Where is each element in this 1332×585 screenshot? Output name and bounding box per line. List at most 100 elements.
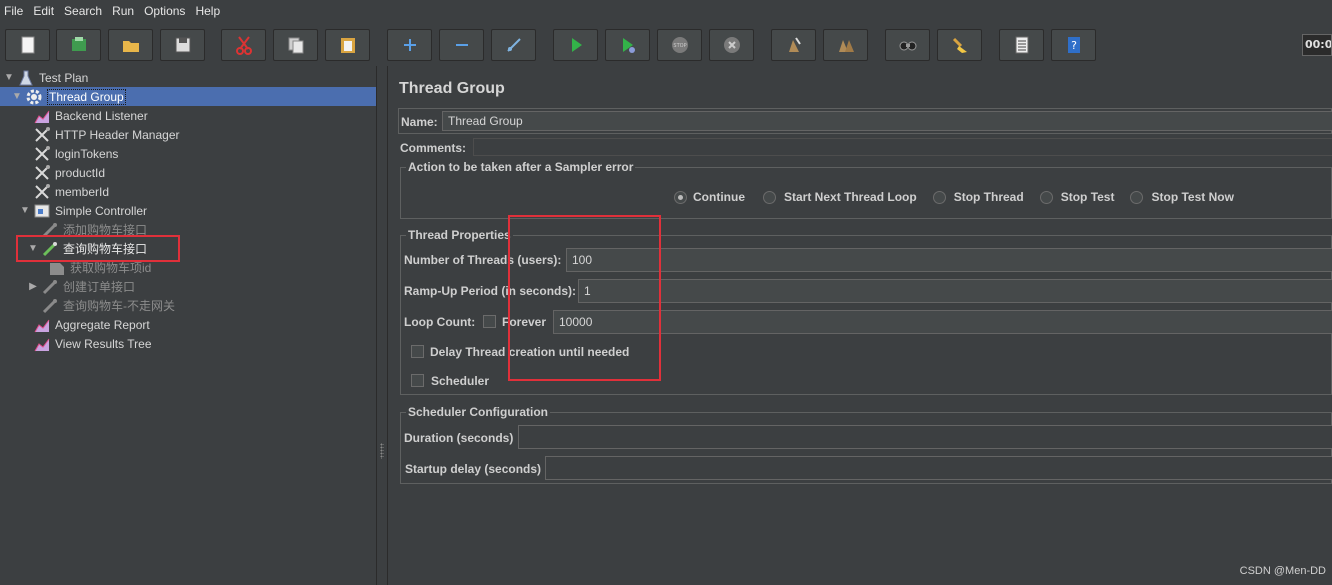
menu-options[interactable]: Options <box>140 4 189 18</box>
clear-all-button[interactable] <box>823 29 868 61</box>
open-button[interactable] <box>108 29 153 61</box>
start-icon <box>571 38 582 52</box>
copy-icon <box>288 37 303 54</box>
tree-item-login-tokens[interactable]: loginTokens <box>33 144 118 163</box>
cut-button[interactable] <box>221 29 266 61</box>
threads-input[interactable]: 100 <box>566 248 1332 272</box>
toggle-button[interactable] <box>491 29 536 61</box>
panel-splitter[interactable] <box>376 66 388 585</box>
shutdown-icon <box>723 37 740 53</box>
comments-row: Comments: <box>398 138 1332 158</box>
sampler-error-group: Action to be taken after a Sampler error… <box>400 160 1332 219</box>
search-button[interactable] <box>885 29 930 61</box>
stop-icon: STOP <box>671 37 688 53</box>
clear-button[interactable] <box>771 29 816 61</box>
collapse-button[interactable] <box>439 29 484 61</box>
collapse-arrow-icon[interactable]: ▼ <box>19 205 31 217</box>
radio-stop-test-now[interactable] <box>1130 190 1144 204</box>
collapse-icon <box>455 44 468 46</box>
tree-item-label: Test Plan <box>39 70 89 85</box>
start-button[interactable] <box>553 29 598 61</box>
duration-input[interactable] <box>518 425 1332 449</box>
name-row: Name: Thread Group <box>398 108 1332 134</box>
new-button[interactable] <box>5 29 50 61</box>
radio-continue[interactable] <box>674 190 687 204</box>
radio-stop-test[interactable] <box>1039 190 1053 204</box>
duration-label: Duration (seconds) <box>404 431 514 445</box>
stop-button[interactable]: STOP <box>657 29 702 61</box>
wrench-icon <box>33 126 51 144</box>
menu-run[interactable]: Run <box>108 4 138 18</box>
tree-item-label: Thread Group <box>47 88 126 105</box>
splitter-grip-icon[interactable] <box>380 443 384 459</box>
menu-search[interactable]: Search <box>60 4 106 18</box>
thread-group-panel: Thread Group Name: Thread Group Comments… <box>388 66 1332 585</box>
menu-edit[interactable]: Edit <box>29 4 58 18</box>
tree-item-label: Backend Listener <box>55 108 148 123</box>
tree-item-label: View Results Tree <box>55 336 152 351</box>
toggle-icon <box>506 38 521 52</box>
tree-item-thread-group[interactable]: ▼ Thread Group <box>11 87 126 106</box>
tree-item-test-plan[interactable]: ▼ Test Plan <box>3 68 88 87</box>
flask-icon <box>17 69 35 87</box>
tree-item-simple-controller[interactable]: ▼ Simple Controller <box>19 201 147 220</box>
tree-item-label: Aggregate Report <box>55 317 150 332</box>
start-no-pause-button[interactable] <box>605 29 650 61</box>
loop-count-input[interactable]: 10000 <box>553 310 1332 334</box>
svg-text:STOP: STOP <box>673 43 686 49</box>
new-icon <box>21 36 34 54</box>
name-field[interactable]: Thread Group <box>442 111 1332 131</box>
tree-item-create-order[interactable]: ▶ 创建订单接口 <box>27 277 135 296</box>
test-plan-tree: ▼ Test Plan ▼ Thread Group Backend Liste… <box>0 66 376 585</box>
paste-button[interactable] <box>325 29 370 61</box>
scheduler-label: Scheduler <box>431 374 490 388</box>
tree-item-label: Simple Controller <box>55 203 148 218</box>
templates-button[interactable] <box>56 29 101 61</box>
radio-stop-thread-label: Stop Thread <box>953 190 1024 204</box>
help-icon: ? <box>1067 37 1080 53</box>
loop-count-label: Loop Count: <box>404 315 476 329</box>
rampup-input[interactable]: 1 <box>578 279 1332 303</box>
tree-item-label: HTTP Header Manager <box>55 127 180 142</box>
chart-icon <box>33 316 51 334</box>
pipette-icon <box>41 297 59 315</box>
menu-file[interactable]: File <box>0 4 27 18</box>
comments-field[interactable] <box>473 138 1332 156</box>
forever-checkbox[interactable] <box>483 315 496 328</box>
open-icon <box>122 41 139 52</box>
reset-search-button[interactable] <box>937 29 982 61</box>
highlight-box <box>508 215 661 381</box>
radio-stop-test-now-label: Stop Test Now <box>1151 190 1234 204</box>
radio-stop-thread[interactable] <box>932 190 946 204</box>
clear-icon <box>788 37 801 52</box>
wrench-icon <box>33 145 51 163</box>
tree-item-aggregate-report[interactable]: Aggregate Report <box>33 315 150 334</box>
help-button[interactable]: ? <box>1051 29 1096 61</box>
tree-item-member-id[interactable]: memberId <box>33 182 109 201</box>
search-icon <box>899 41 916 51</box>
menu-bar: File Edit Search Run Options Help <box>0 0 1332 22</box>
tree-item-view-results-tree[interactable]: View Results Tree <box>33 334 152 353</box>
menu-help[interactable]: Help <box>191 4 224 18</box>
startup-delay-input[interactable] <box>545 456 1332 480</box>
watermark: CSDN @Men-DD <box>1239 565 1326 577</box>
scheduler-checkbox[interactable] <box>411 374 424 387</box>
save-button[interactable] <box>160 29 205 61</box>
radio-start-next-loop[interactable] <box>763 190 776 204</box>
expand-button[interactable] <box>387 29 432 61</box>
tree-item-backend-listener[interactable]: Backend Listener <box>33 106 148 125</box>
collapse-arrow-icon[interactable]: ▼ <box>3 72 15 84</box>
tree-item-query-cart-no-gateway[interactable]: 查询购物车-不走网关 <box>41 296 175 315</box>
scheduler-config-legend: Scheduler Configuration <box>406 405 551 419</box>
function-helper-button[interactable] <box>999 29 1044 61</box>
tree-item-http-header-manager[interactable]: HTTP Header Manager <box>33 125 180 144</box>
delay-thread-checkbox[interactable] <box>411 345 424 358</box>
tree-item-product-id[interactable]: productId <box>33 163 105 182</box>
paste-icon <box>340 38 355 53</box>
svg-text:?: ? <box>1071 39 1077 52</box>
shutdown-button[interactable] <box>709 29 754 61</box>
collapse-arrow-icon[interactable]: ▼ <box>11 91 23 103</box>
expand-arrow-icon[interactable]: ▶ <box>27 281 39 293</box>
sampler-error-options: Continue Start Next Thread Loop Stop Thr… <box>674 190 1234 204</box>
copy-button[interactable] <box>273 29 318 61</box>
